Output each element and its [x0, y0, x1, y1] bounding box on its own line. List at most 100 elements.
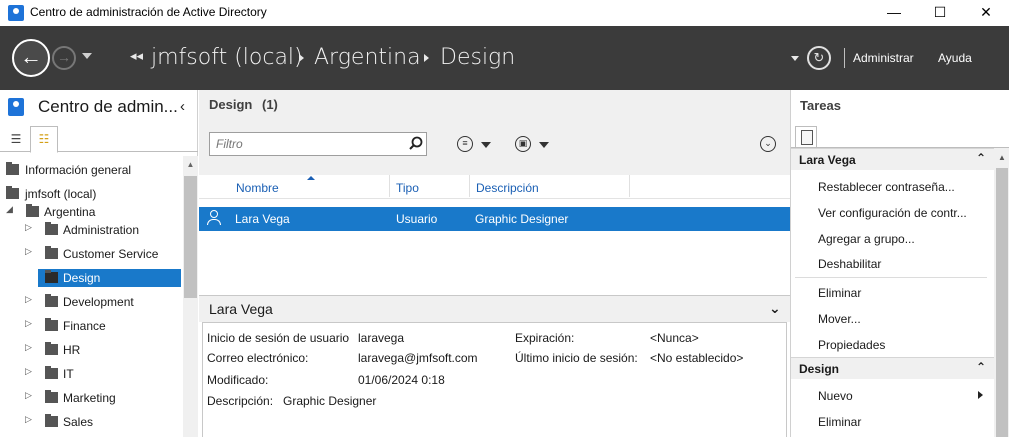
filter-input[interactable]	[209, 132, 427, 156]
title-bar: Centro de administración de Active Direc…	[0, 0, 1009, 26]
content-header: Design (1)	[199, 90, 790, 118]
refresh-button[interactable]: ↻	[807, 46, 831, 70]
nav-item-label: Marketing	[63, 391, 116, 405]
item-count: (1)	[262, 97, 278, 112]
history-dropdown-icon[interactable]	[82, 53, 92, 59]
nav-item-hr[interactable]: ▷ HR	[0, 341, 182, 359]
task-view-policy-settings[interactable]: Ver configuración de contr...	[818, 206, 990, 220]
nav-scrollbar-thumb[interactable]	[184, 176, 197, 298]
tasks-title: Tareas	[800, 98, 841, 113]
column-header-name[interactable]: Nombre	[236, 181, 279, 195]
column-divider[interactable]	[389, 175, 390, 197]
scroll-up-icon[interactable]: ▲	[183, 160, 198, 172]
breadcrumb-back-icon[interactable]: ◂◂	[130, 48, 143, 64]
breadcrumb-separator-icon[interactable]	[424, 54, 429, 62]
list-view-tab[interactable]: ☰	[3, 126, 29, 152]
collapsed-twisty-icon[interactable]: ▷	[25, 294, 32, 305]
search-icon[interactable]	[407, 134, 425, 154]
task-disable[interactable]: Deshabilitar	[818, 257, 990, 271]
list-options-icon: ≡	[457, 136, 473, 152]
expiration-value: <Nunca>	[650, 331, 699, 345]
task-delete-user[interactable]: Eliminar	[818, 286, 990, 300]
nav-item-domain[interactable]: jmfsoft (local)	[0, 185, 182, 203]
header-divider	[844, 48, 845, 68]
collapsed-twisty-icon[interactable]: ▷	[25, 318, 32, 329]
task-properties[interactable]: Propiedades	[818, 338, 990, 352]
ou-folder-icon	[45, 318, 58, 331]
clipboard-icon[interactable]	[795, 126, 817, 148]
collapsed-twisty-icon[interactable]: ▷	[25, 222, 32, 233]
email-value: laravega@jmfsoft.com	[358, 351, 478, 365]
nav-item-label: Development	[63, 295, 134, 309]
task-reset-password[interactable]: Restablecer contraseña...	[818, 180, 990, 194]
collapsed-twisty-icon[interactable]: ▷	[25, 390, 32, 401]
tree-view-tab[interactable]: ☷	[30, 126, 58, 153]
tasks-scrollbar-thumb[interactable]	[996, 168, 1008, 437]
chevron-up-icon[interactable]: ⌃	[976, 151, 986, 165]
nav-item-marketing[interactable]: ▷ Marketing	[0, 389, 182, 407]
logon-value: laravega	[358, 331, 405, 345]
breadcrumb-separator-icon[interactable]	[299, 54, 304, 62]
back-button[interactable]: ←	[12, 39, 50, 77]
nav-item-label: Argentina	[44, 205, 96, 219]
nav-item-finance[interactable]: ▷ Finance	[0, 317, 182, 335]
manage-menu[interactable]: Administrar	[853, 51, 914, 65]
collapsed-twisty-icon[interactable]: ▷	[25, 342, 32, 353]
nav-item-development[interactable]: ▷ Development	[0, 293, 182, 311]
task-section-container[interactable]: Design ⌃	[791, 357, 994, 379]
nav-item-customer-service[interactable]: ▷ Customer Service	[0, 245, 182, 263]
task-section-user[interactable]: Lara Vega ⌃	[791, 148, 994, 170]
maximize-button[interactable]: ☐	[917, 0, 963, 26]
nav-item-administration[interactable]: ▷ Administration	[0, 221, 182, 239]
column-divider[interactable]	[629, 175, 630, 197]
nav-pane-title: Centro de admin...	[38, 97, 178, 116]
task-section-title: Design	[799, 362, 840, 376]
cell-type: Usuario	[396, 212, 438, 226]
column-header-description[interactable]: Descripción	[476, 181, 539, 195]
navigation-pane: Centro de admin... ‹ ☰ ☷ Información gen…	[0, 90, 198, 437]
admin-center-icon	[8, 98, 24, 116]
expand-filter-button[interactable]: ⌄	[760, 136, 776, 152]
domain-icon	[6, 186, 19, 199]
expanded-twisty-icon[interactable]: ◢	[6, 204, 13, 215]
filter-bar: ≡ ▣ ⌄	[199, 118, 790, 175]
save-query-button[interactable]: ▣	[515, 134, 555, 154]
breadcrumb-item-argentina[interactable]: Argentina	[314, 45, 421, 70]
task-add-to-group[interactable]: Agregar a grupo...	[818, 232, 990, 246]
chevron-down-icon	[481, 142, 491, 148]
description-label: Descripción:	[207, 394, 274, 408]
task-delete-container[interactable]: Eliminar	[818, 415, 990, 429]
location-dropdown-icon[interactable]	[791, 56, 799, 61]
nav-item-it[interactable]: ▷ IT	[0, 365, 182, 383]
help-menu[interactable]: Ayuda	[938, 51, 972, 65]
last-logon-label: Último inicio de sesión:	[515, 351, 638, 365]
collapsed-twisty-icon[interactable]: ▷	[25, 246, 32, 257]
sort-ascending-icon	[307, 176, 315, 180]
nav-item-sales[interactable]: ▷ Sales	[0, 413, 182, 431]
breadcrumb-item-design[interactable]: Design	[440, 45, 515, 70]
nav-item-argentina[interactable]: ◢ Argentina	[0, 203, 182, 221]
close-button[interactable]: ✕	[963, 0, 1009, 26]
task-new[interactable]: Nuevo	[818, 389, 990, 403]
save-icon: ▣	[515, 136, 531, 152]
task-move[interactable]: Mover...	[818, 312, 990, 326]
collapsed-twisty-icon[interactable]: ▷	[25, 414, 32, 425]
nav-item-design[interactable]: Design	[38, 269, 181, 287]
query-options-button[interactable]: ≡	[457, 134, 497, 154]
collapsed-twisty-icon[interactable]: ▷	[25, 366, 32, 377]
forward-button[interactable]: →	[52, 46, 76, 70]
column-header-type[interactable]: Tipo	[396, 181, 419, 195]
nav-item-overview[interactable]: Información general	[0, 161, 182, 179]
collapse-preview-button[interactable]: ⌄	[769, 300, 781, 317]
scroll-up-icon[interactable]: ▲	[994, 153, 1009, 165]
nav-view-tabs: ☰ ☷	[0, 126, 198, 153]
column-divider[interactable]	[469, 175, 470, 197]
collapse-pane-button[interactable]: ‹	[180, 98, 185, 115]
nav-item-label: Customer Service	[63, 247, 159, 261]
minimize-button[interactable]: —	[871, 0, 917, 26]
chevron-up-icon[interactable]: ⌃	[976, 360, 986, 374]
preview-header: Lara Vega ⌄	[199, 296, 790, 322]
nav-item-label: Sales	[63, 415, 94, 429]
breadcrumb-item-domain[interactable]: jmfsoft (local)	[151, 45, 303, 70]
table-row[interactable]: Lara Vega Usuario Graphic Designer	[199, 207, 790, 231]
